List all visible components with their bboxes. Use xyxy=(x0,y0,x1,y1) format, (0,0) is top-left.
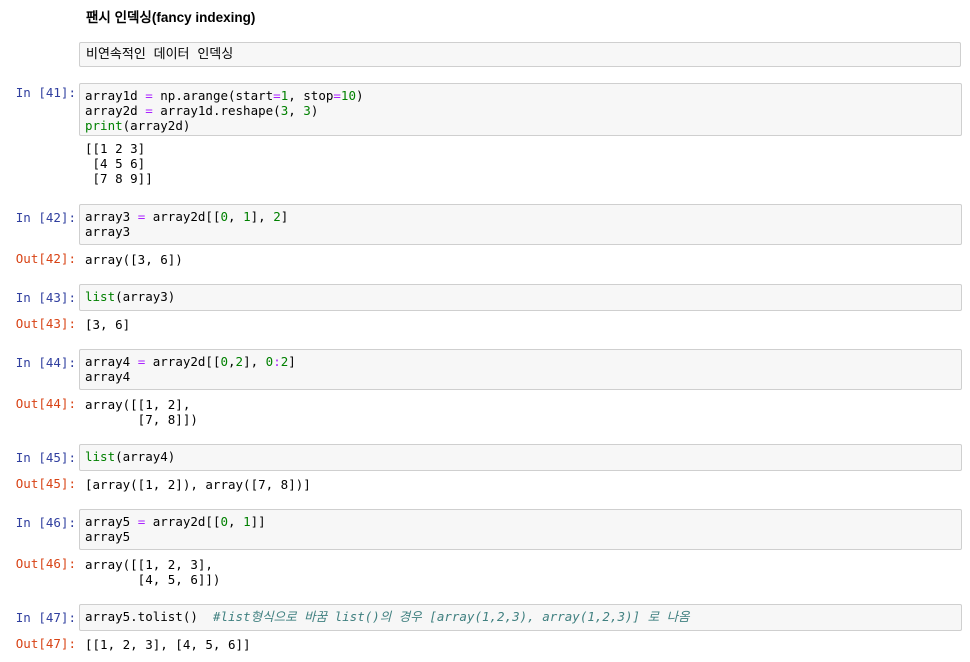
code-token: 2 xyxy=(273,209,281,224)
code-token: print xyxy=(85,118,123,133)
code-token: ], xyxy=(250,209,274,224)
code-token: np.arange(start xyxy=(152,88,274,103)
in-prompt: In [44]: xyxy=(15,355,76,370)
code-token: 0 xyxy=(220,514,229,529)
code-token: array2d[[ xyxy=(145,354,221,369)
code-token: 1 xyxy=(243,209,251,224)
code-token: 0 xyxy=(220,354,229,369)
code-token: (array4) xyxy=(115,449,176,464)
code-token: ) xyxy=(355,88,364,103)
code-token: , xyxy=(288,103,304,118)
code-input[interactable]: list(array3) xyxy=(79,284,962,311)
out-prompt: Out[42]: xyxy=(15,251,76,266)
code-input[interactable]: list(array4) xyxy=(79,444,962,471)
out-prompt: Out[46]: xyxy=(15,556,76,571)
code-token: = xyxy=(145,88,153,103)
code-token: 0 xyxy=(220,209,229,224)
code-line: array3 = array2d[[0, 1], 2] xyxy=(85,209,956,224)
out-prompt: Out[47]: xyxy=(15,636,76,651)
cell-output: [3, 6] xyxy=(85,317,131,332)
code-line: list(array3) xyxy=(85,289,956,304)
code-token: list xyxy=(85,289,116,304)
code-token: array1d.reshape( xyxy=(152,103,281,118)
cell-output: [[1, 2, 3], [4, 5, 6]] xyxy=(85,637,251,652)
code-input[interactable]: array3 = array2d[[0, 1], 2] array3 xyxy=(79,204,962,245)
code-token: array3 xyxy=(85,209,138,224)
code-token: 1 xyxy=(243,514,251,529)
code-token: ] xyxy=(288,354,296,369)
code-token: array2d[[ xyxy=(145,514,221,529)
code-token: array2d xyxy=(85,103,146,118)
cell-output: array([[1, 2, 3], [4, 5, 6]]) xyxy=(85,557,221,587)
code-token: array5.tolist() xyxy=(85,609,213,624)
code-token: , xyxy=(228,209,244,224)
code-token: , xyxy=(228,354,236,369)
code-token: ) xyxy=(310,103,319,118)
code-token: , stop xyxy=(288,88,334,103)
code-line: array5.tolist() #list형식으로 바꿈 list()의 경우 … xyxy=(85,609,956,624)
in-prompt: In [42]: xyxy=(15,210,76,225)
code-line: array1d = np.arange(start=1, stop=10) xyxy=(85,88,956,103)
code-input[interactable]: array5 = array2d[[0, 1]] array5 xyxy=(79,509,962,550)
code-comment: #list형식으로 바꿈 list()의 경우 [array(1,2,3), a… xyxy=(212,609,690,624)
in-prompt: In [46]: xyxy=(15,515,76,530)
code-token: = xyxy=(145,103,153,118)
cell-output: [array([1, 2]), array([7, 8])] xyxy=(85,477,311,492)
code-token: 3 xyxy=(303,103,311,118)
cell-output: array([[1, 2], [7, 8]]) xyxy=(85,397,198,427)
cell-output: [[1 2 3] [4 5 6] [7 8 9]] xyxy=(85,141,153,186)
code-token: (array3) xyxy=(115,289,176,304)
code-token: , xyxy=(228,514,244,529)
code-line: array5 = array2d[[0, 1]] xyxy=(85,514,956,529)
in-prompt: In [43]: xyxy=(15,290,76,305)
code-line: array3 xyxy=(85,224,956,239)
code-token: array5 xyxy=(85,529,131,544)
code-input[interactable]: array5.tolist() #list형식으로 바꿈 list()의 경우 … xyxy=(79,604,962,631)
code-token: array4 xyxy=(85,354,138,369)
out-prompt: Out[45]: xyxy=(15,476,76,491)
code-token: array1d xyxy=(85,88,146,103)
code-token: 10 xyxy=(340,88,356,103)
in-prompt: In [41]: xyxy=(15,85,76,100)
code-token: 2 xyxy=(235,354,244,369)
code-token: array3 xyxy=(85,224,131,239)
code-input[interactable]: array4 = array2d[[0,2], 0:2] array4 xyxy=(79,349,962,390)
code-line: array4 = array2d[[0,2], 0:2] xyxy=(85,354,956,369)
code-token: ], xyxy=(243,354,266,369)
in-prompt: In [47]: xyxy=(15,610,76,625)
markdown-cell[interactable]: 비연속적인 데이터 인덱싱 xyxy=(79,42,961,67)
code-line: print(array2d) xyxy=(85,118,956,133)
code-token: ] xyxy=(280,209,289,224)
code-input[interactable]: array1d = np.arange(start=1, stop=10) arr… xyxy=(79,83,962,136)
in-prompt: In [45]: xyxy=(15,450,76,465)
code-token: array5 xyxy=(85,514,138,529)
code-token: array2d[[ xyxy=(145,209,221,224)
markdown-heading: 팬시 인덱싱(fancy indexing) xyxy=(86,10,256,25)
code-token: = xyxy=(333,88,341,103)
code-token: = xyxy=(273,88,281,103)
cell-output: array([3, 6]) xyxy=(85,252,183,267)
out-prompt: Out[43]: xyxy=(15,316,76,331)
code-token: ]] xyxy=(250,514,266,529)
code-line: array2d = array1d.reshape(3, 3) xyxy=(85,103,956,118)
code-token: array4 xyxy=(85,369,131,384)
code-token: (array2d) xyxy=(122,118,191,133)
code-line: array4 xyxy=(85,369,956,384)
code-line: list(array4) xyxy=(85,449,956,464)
code-token: : xyxy=(273,354,281,369)
code-token: list xyxy=(85,449,116,464)
code-line: array5 xyxy=(85,529,956,544)
out-prompt: Out[44]: xyxy=(15,396,76,411)
